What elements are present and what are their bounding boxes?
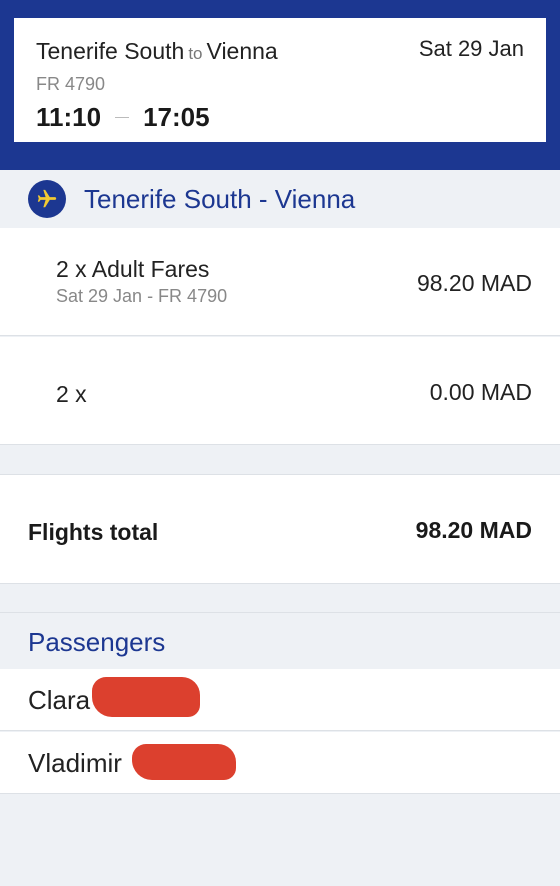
flight-route: Tenerife South to Vienna [36,38,278,65]
flight-number: FR 4790 [36,74,106,94]
header-band: Tenerife South to Vienna Sat 29 Jan FR 479… [0,0,560,170]
total-price: 98.20 MAD [415,517,532,543]
flights-total-row: Flights total 98.20 MAD [0,474,560,584]
passenger-row[interactable]: Vladimir [0,732,560,794]
fare-price: 98.20 MAD [416,270,532,296]
fare-details: Sat 29 Jan - FR 4790 [56,286,228,306]
redaction-mark [92,677,200,717]
flight-card[interactable]: Tenerife South to Vienna Sat 29 Jan FR 479… [14,18,546,142]
airplane-icon [28,180,66,218]
route-title: Tenerife South - Vienna [84,184,356,214]
extra-label: 2 x [56,381,87,407]
passenger-name: Vladimir [28,748,122,778]
flight-date: Sat 29 Jan [418,36,524,61]
passengers-title: Passengers [28,627,166,657]
origin-city: Tenerife South [36,38,185,64]
depart-time: 11:10 [36,102,102,132]
flight-times: 11:10 17:05 [36,102,210,133]
adult-fares-row: 2 x Adult Fares Sat 29 Jan - FR 4790 98.… [0,228,560,336]
passenger-name: Clara [28,685,91,715]
redaction-mark [132,744,236,780]
booking-summary-page: Tenerife South to Vienna Sat 29 Jan FR 479… [0,0,560,886]
time-separator [115,117,130,118]
destination-city: Vienna [206,38,278,64]
arrive-time: 17:05 [143,102,210,132]
passengers-header: Passengers [0,612,560,668]
route-to-word: to [188,44,203,63]
total-label: Flights total [28,519,159,545]
extra-price: 0.00 MAD [429,379,532,405]
extra-item-row: 2 x 0.00 MAD [0,337,560,445]
passenger-row[interactable]: Clara [0,669,560,731]
route-section-header: Tenerife South - Vienna [0,170,560,228]
fare-label: 2 x Adult Fares [56,256,210,282]
